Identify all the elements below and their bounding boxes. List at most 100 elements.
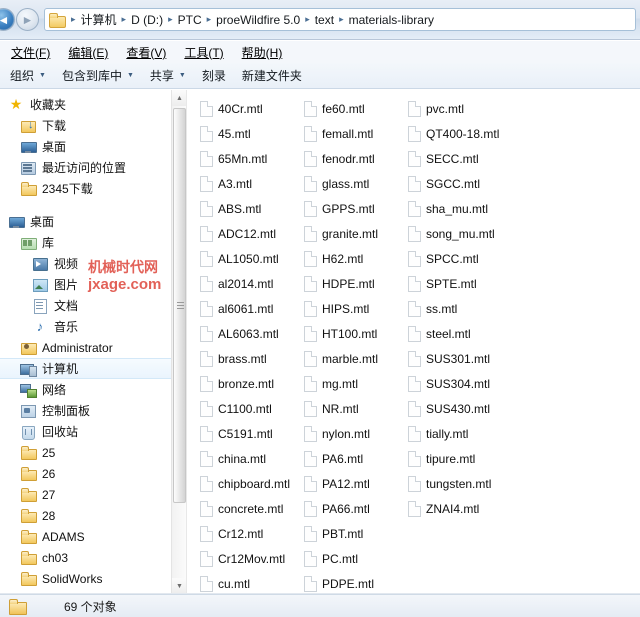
file-list-item[interactable]: PA66.mtl (304, 496, 408, 521)
file-list-item[interactable]: SUS304.mtl (408, 371, 528, 396)
file-list-item[interactable]: concrete.mtl (200, 496, 304, 521)
menu-item-0[interactable]: 文件(F) (2, 42, 59, 63)
breadcrumb-separator[interactable]: ▸ (301, 14, 314, 25)
breadcrumb-separator[interactable]: ▸ (203, 14, 216, 25)
menu-item-1[interactable]: 编辑(E) (59, 42, 117, 63)
sidebar-item-15[interactable]: 控制面板 (0, 400, 186, 421)
file-list-item[interactable]: PC.mtl (304, 546, 408, 571)
file-list-item[interactable]: A3.mtl (200, 171, 304, 196)
sidebar-item-0[interactable]: ★ 收藏夹 (0, 94, 186, 115)
sidebar-item-19[interactable]: 27 (0, 484, 186, 505)
breadcrumb-item-4[interactable]: text (314, 13, 335, 27)
file-list-item[interactable]: nylon.mtl (304, 421, 408, 446)
sidebar-item-16[interactable]: 回收站 (0, 421, 186, 442)
file-list-item[interactable]: china.mtl (200, 446, 304, 471)
sidebar-item-1[interactable]: 下载 (0, 115, 186, 136)
file-list-item[interactable]: al6061.mtl (200, 296, 304, 321)
file-list-item[interactable]: ADC12.mtl (200, 221, 304, 246)
breadcrumb-item-3[interactable]: proeWildfire 5.0 (215, 13, 301, 27)
forward-button[interactable]: ► (16, 8, 39, 31)
sidebar-item-13[interactable]: 计算机 (0, 358, 186, 379)
sidebar-item-20[interactable]: 28 (0, 505, 186, 526)
file-list-item[interactable]: granite.mtl (304, 221, 408, 246)
file-list-item[interactable]: H62.mtl (304, 246, 408, 271)
toolbar-button-3[interactable]: 刻录 (194, 64, 234, 87)
menu-item-3[interactable]: 工具(T) (175, 42, 232, 63)
sidebar-item-4[interactable]: 2345下载 (0, 178, 186, 199)
file-list-item[interactable]: ABS.mtl (200, 196, 304, 221)
file-list-item[interactable]: QT400-18.mtl (408, 121, 528, 146)
sidebar-item-7[interactable]: 库 (0, 232, 186, 253)
file-list-item[interactable]: song_mu.mtl (408, 221, 528, 246)
file-list-item[interactable]: tially.mtl (408, 421, 528, 446)
file-list-item[interactable]: AL6063.mtl (200, 321, 304, 346)
breadcrumb-separator[interactable]: ▸ (118, 14, 131, 25)
file-list-item[interactable]: al2014.mtl (200, 271, 304, 296)
scroll-up-button[interactable]: ▲ (172, 90, 186, 106)
sidebar-item-23[interactable]: SolidWorks (0, 568, 186, 589)
file-list-item[interactable]: mg.mtl (304, 371, 408, 396)
file-list-item[interactable]: GPPS.mtl (304, 196, 408, 221)
toolbar-button-1[interactable]: 包含到库中 ▼ (54, 64, 142, 87)
toolbar-button-2[interactable]: 共享 ▼ (142, 64, 194, 87)
sidebar-item-10[interactable]: 文档 (0, 295, 186, 316)
file-list-item[interactable]: femall.mtl (304, 121, 408, 146)
file-list-item[interactable]: brass.mtl (200, 346, 304, 371)
file-list-item[interactable]: HT100.mtl (304, 321, 408, 346)
file-list-item[interactable]: AL1050.mtl (200, 246, 304, 271)
menu-item-2[interactable]: 查看(V) (117, 42, 175, 63)
sidebar-item-8[interactable]: 视频 (0, 253, 186, 274)
file-list-item[interactable]: PDPE.mtl (304, 571, 408, 594)
file-list-pane[interactable]: 40Cr.mtl 45.mtl 65Mn.mtl A3.mtl ABS.mtl ADC12… (190, 90, 640, 594)
breadcrumb-separator[interactable]: ▸ (67, 14, 80, 25)
file-list-item[interactable]: PA12.mtl (304, 471, 408, 496)
sidebar-item-17[interactable]: 25 (0, 442, 186, 463)
file-list-item[interactable]: PBT.mtl (304, 521, 408, 546)
file-list-item[interactable]: SUS301.mtl (408, 346, 528, 371)
file-list-item[interactable]: fenodr.mtl (304, 146, 408, 171)
file-list-item[interactable]: SPTE.mtl (408, 271, 528, 296)
file-list-item[interactable]: sha_mu.mtl (408, 196, 528, 221)
file-list-item[interactable]: SECC.mtl (408, 146, 528, 171)
scrollbar-thumb[interactable] (173, 108, 186, 503)
breadcrumb-separator[interactable]: ▸ (335, 14, 348, 25)
file-list-item[interactable]: HDPE.mtl (304, 271, 408, 296)
file-list-item[interactable]: ZNAI4.mtl (408, 496, 528, 521)
file-list-item[interactable]: SUS430.mtl (408, 396, 528, 421)
file-list-item[interactable]: Cr12Mov.mtl (200, 546, 304, 571)
back-button[interactable]: ◄ (0, 8, 15, 31)
file-list-item[interactable]: chipboard.mtl (200, 471, 304, 496)
toolbar-button-4[interactable]: 新建文件夹 (234, 64, 310, 87)
sidebar-item-22[interactable]: ch03 (0, 547, 186, 568)
sidebar-item-11[interactable]: ♪ 音乐 (0, 316, 186, 337)
navigation-pane-scrollbar[interactable]: ▲ ▼ (171, 90, 186, 594)
file-list-item[interactable]: NR.mtl (304, 396, 408, 421)
file-list-item[interactable]: fe60.mtl (304, 96, 408, 121)
file-list-item[interactable]: C5191.mtl (200, 421, 304, 446)
file-list-item[interactable]: PA6.mtl (304, 446, 408, 471)
file-list-item[interactable]: SPCC.mtl (408, 246, 528, 271)
menu-item-4[interactable]: 帮助(H) (233, 42, 292, 63)
sidebar-item-3[interactable]: 最近访问的位置 (0, 157, 186, 178)
file-list-item[interactable]: ss.mtl (408, 296, 528, 321)
file-list-item[interactable]: steel.mtl (408, 321, 528, 346)
file-list-item[interactable]: cu.mtl (200, 571, 304, 594)
file-list-item[interactable]: 65Mn.mtl (200, 146, 304, 171)
file-list-item[interactable]: 40Cr.mtl (200, 96, 304, 121)
file-list-item[interactable]: SGCC.mtl (408, 171, 528, 196)
file-list-item[interactable]: Cr12.mtl (200, 521, 304, 546)
file-list-item[interactable]: pvc.mtl (408, 96, 528, 121)
file-list-item[interactable]: tipure.mtl (408, 446, 528, 471)
breadcrumb-item-2[interactable]: PTC (177, 13, 203, 27)
breadcrumb-item-0[interactable]: 计算机 (80, 11, 118, 28)
file-list-item[interactable]: marble.mtl (304, 346, 408, 371)
sidebar-item-14[interactable]: 网络 (0, 379, 186, 400)
breadcrumb-item-5[interactable]: materials-library (348, 13, 435, 27)
file-list-item[interactable]: 45.mtl (200, 121, 304, 146)
file-list-item[interactable]: bronze.mtl (200, 371, 304, 396)
breadcrumb-separator[interactable]: ▸ (164, 14, 177, 25)
file-list-item[interactable]: glass.mtl (304, 171, 408, 196)
sidebar-item-2[interactable]: 桌面 (0, 136, 186, 157)
sidebar-item-18[interactable]: 26 (0, 463, 186, 484)
sidebar-item-6[interactable]: 桌面 (0, 211, 186, 232)
